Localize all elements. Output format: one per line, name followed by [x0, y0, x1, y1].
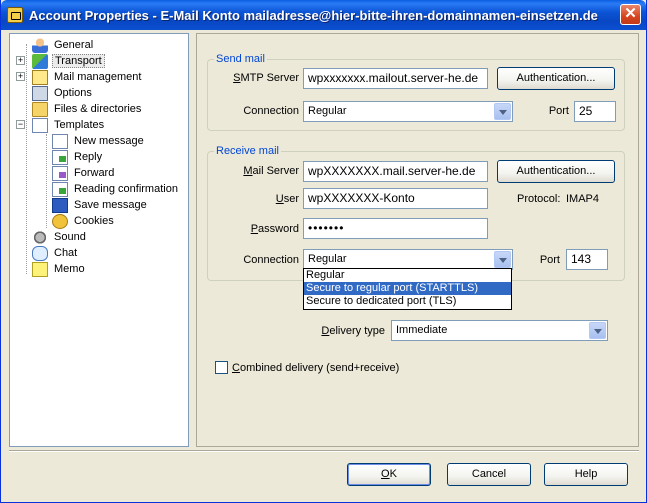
options-icon	[32, 85, 48, 101]
tree-item-label: Templates	[54, 119, 105, 131]
connection-option-starttls[interactable]: Secure to regular port (STARTTLS)	[304, 282, 511, 295]
tree-item-label: Options	[54, 87, 92, 99]
protocol-value: IMAP4	[566, 193, 600, 205]
delivery-type-value: Immediate	[396, 324, 448, 336]
tree-line	[26, 44, 27, 274]
connection-dropdown-list[interactable]: Regular Secure to regular port (STARTTLS…	[303, 268, 512, 310]
tree-item-memo[interactable]: Memo	[32, 261, 87, 277]
delivery-type-label: Delivery type	[321, 325, 385, 337]
send-connection-select[interactable]: Regular	[303, 101, 513, 122]
footer-separator	[9, 450, 639, 452]
speaker-icon	[32, 229, 48, 245]
receive-authentication-button[interactable]: Authentication...	[497, 160, 615, 183]
combined-delivery-checkbox[interactable]	[215, 361, 228, 374]
account-properties-window: Account Properties - E-Mail Konto mailad…	[0, 0, 647, 503]
tree-item-label: Transport	[52, 54, 105, 68]
chat-bubble-icon	[32, 245, 48, 261]
templates-icon	[32, 117, 48, 133]
tree-item-label: Sound	[54, 231, 86, 243]
tree-item-chat[interactable]: Chat	[32, 245, 79, 261]
expand-mail-management-button[interactable]: +	[16, 72, 25, 81]
tree-item-label: Save message	[74, 199, 147, 211]
folder-icon	[32, 101, 48, 117]
tree-item-cookies[interactable]: Cookies	[52, 213, 116, 229]
receive-connection-value: Regular	[308, 253, 347, 265]
send-mail-legend: Send mail	[214, 53, 267, 65]
combined-delivery-label[interactable]: Combined delivery (send+receive)	[232, 362, 399, 374]
tree-item-label: Mail management	[54, 71, 142, 83]
tree-item-save-message[interactable]: Save message	[52, 197, 149, 213]
tree-item-label: Reply	[74, 151, 103, 163]
tree-item-label: Forward	[74, 167, 115, 179]
forward-icon	[52, 165, 68, 181]
tree-item-sound[interactable]: Sound	[32, 229, 88, 245]
delivery-type-select[interactable]: Immediate	[391, 320, 608, 341]
tree-item-reply[interactable]: Reply	[52, 149, 104, 165]
tree-item-label: Chat	[54, 247, 78, 259]
expand-transport-button[interactable]: +	[16, 56, 25, 65]
tree-item-label: General	[54, 39, 94, 51]
window-title: Account Properties - E-Mail Konto mailad…	[29, 8, 598, 23]
app-icon	[7, 7, 23, 23]
tree-item-new-message[interactable]: New message	[52, 133, 146, 149]
receive-port-label: Port	[539, 254, 560, 266]
tree-item-label: New message	[74, 135, 144, 147]
transport-icon	[32, 53, 48, 69]
user-icon	[32, 37, 48, 53]
tree-item-label: Reading confirmation	[74, 183, 178, 195]
tree-item-label: Memo	[54, 263, 85, 275]
tree-item-files-directories[interactable]: Files & directories	[32, 101, 143, 117]
cookie-icon	[52, 213, 68, 229]
reply-icon	[52, 149, 68, 165]
help-button[interactable]: Help	[544, 463, 628, 486]
send-connection-value: Regular	[308, 105, 347, 117]
chevron-down-icon[interactable]	[589, 322, 606, 339]
tree-item-mail-management[interactable]: Mail management	[32, 69, 143, 85]
collapse-templates-button[interactable]: −	[16, 120, 25, 129]
floppy-icon	[52, 197, 68, 213]
cancel-button[interactable]: Cancel	[447, 463, 531, 486]
tree-item-options[interactable]: Options	[32, 85, 94, 101]
send-authentication-button[interactable]: Authentication...	[497, 67, 615, 90]
connection-option-regular[interactable]: Regular	[304, 269, 511, 282]
password-label: Password	[250, 223, 299, 235]
password-input[interactable]: •••••••	[303, 218, 488, 239]
connection-option-tls[interactable]: Secure to dedicated port (TLS)	[304, 295, 511, 308]
smtp-server-input[interactable]: wpxxxxxxx.mailout.server-he.de	[303, 68, 488, 89]
close-button[interactable]: ✕	[620, 4, 641, 25]
chevron-down-icon[interactable]	[494, 103, 511, 120]
mail-server-label: Mail Server	[243, 165, 299, 177]
ok-button[interactable]: OK	[347, 463, 431, 486]
tree-item-general[interactable]: General	[32, 37, 95, 53]
tree-line	[46, 134, 47, 228]
settings-tree[interactable]: General + Transport + Mail management Op…	[9, 33, 189, 447]
tree-item-reading-confirmation[interactable]: Reading confirmation	[52, 181, 180, 197]
receive-connection-select[interactable]: Regular	[303, 249, 513, 270]
receive-connection-label: Connection	[243, 254, 299, 266]
send-port-label: Port	[548, 105, 569, 117]
tree-item-forward[interactable]: Forward	[52, 165, 116, 181]
protocol-label: Protocol:	[517, 193, 561, 205]
send-port-input[interactable]: 25	[574, 101, 616, 122]
user-label: User	[275, 193, 299, 205]
tree-item-templates[interactable]: Templates	[32, 117, 106, 133]
receive-port-input[interactable]: 143	[566, 249, 608, 270]
tree-item-transport[interactable]: Transport	[32, 53, 105, 69]
title-bar[interactable]: Account Properties - E-Mail Konto mailad…	[1, 0, 646, 30]
smtp-server-label: SMTP Server	[233, 72, 299, 84]
send-connection-label: Connection	[243, 105, 299, 117]
mail-server-input[interactable]: wpXXXXXXX.mail.server-he.de	[303, 161, 488, 182]
mail-icon	[32, 69, 48, 85]
memo-icon	[32, 261, 48, 277]
receive-mail-legend: Receive mail	[214, 145, 281, 157]
confirmation-icon	[52, 181, 68, 197]
tree-item-label: Files & directories	[54, 103, 142, 115]
document-icon	[52, 133, 68, 149]
chevron-down-icon[interactable]	[494, 251, 511, 268]
user-input[interactable]: wpXXXXXXX-Konto	[303, 188, 488, 209]
tree-item-label: Cookies	[74, 215, 114, 227]
